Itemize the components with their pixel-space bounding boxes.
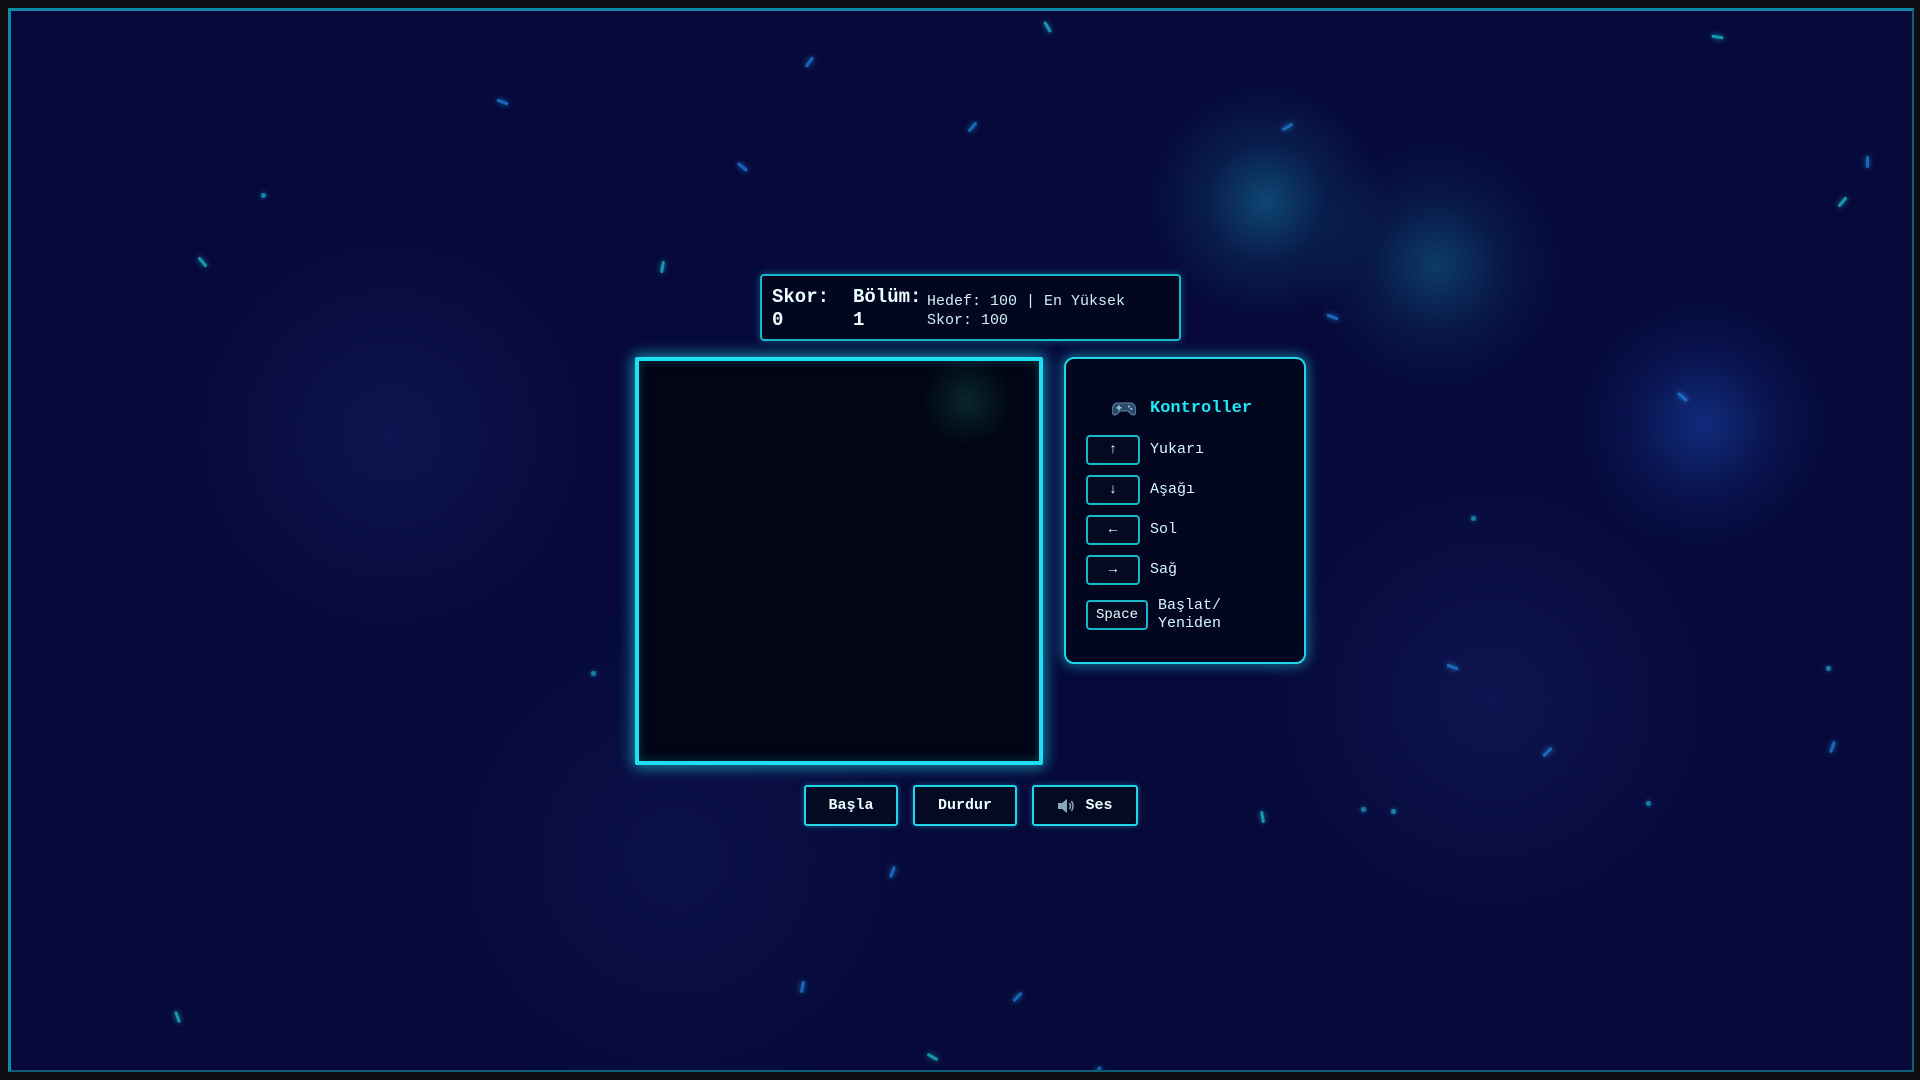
pause-button[interactable]: Durdur xyxy=(913,785,1017,826)
background-particle xyxy=(1093,1066,1102,1070)
background-particle xyxy=(1326,313,1339,321)
control-row-down: ↓ Aşağı xyxy=(1086,475,1195,505)
game-window: Skor: 0 Bölüm: 1 Hedef: 100 | En Yüksek … xyxy=(8,8,1914,1072)
key-down-label: Aşağı xyxy=(1150,481,1196,498)
target-high-score-text: Hedef: 100 | En Yüksek Skor: 100 xyxy=(927,293,1126,329)
control-row-up: ↑ Yukarı xyxy=(1086,435,1204,465)
speaker-icon xyxy=(1058,798,1075,813)
controls-title-text: Kontroller xyxy=(1150,399,1253,418)
key-down: ↓ xyxy=(1086,475,1140,505)
background-dot xyxy=(1646,801,1651,806)
background-particle xyxy=(1711,34,1724,40)
key-space: Space xyxy=(1086,600,1149,630)
level-value: 1 xyxy=(853,309,865,331)
background-dot xyxy=(261,193,266,198)
background-particle xyxy=(1012,991,1023,1003)
score-stat: Skor: 0 xyxy=(772,286,829,332)
background-particle xyxy=(1866,156,1869,168)
background-dot xyxy=(591,671,596,676)
background-dot xyxy=(1391,809,1396,814)
control-row-left: ← Sol xyxy=(1086,515,1177,545)
background-dot xyxy=(1471,516,1476,521)
background-dot xyxy=(1361,807,1366,812)
key-up-label: Yukarı xyxy=(1150,441,1205,458)
background-particle xyxy=(197,256,208,268)
key-left: ← xyxy=(1086,515,1140,545)
background-particle xyxy=(926,1052,939,1062)
key-space-label: Başlat/ Yeniden xyxy=(1158,597,1222,632)
sound-button-label: Ses xyxy=(1085,797,1113,814)
background-particle xyxy=(1281,122,1294,132)
controls-title: Kontroller xyxy=(1112,399,1252,418)
background-particle xyxy=(889,865,896,879)
level-stat: Bölüm: 1 xyxy=(853,286,921,332)
control-row-right: → Sağ xyxy=(1086,555,1177,585)
score-panel: Skor: 0 Bölüm: 1 Hedef: 100 | En Yüksek … xyxy=(760,274,1181,341)
key-up: ↑ xyxy=(1086,435,1140,465)
score-label: Skor: xyxy=(772,286,830,308)
background-particle xyxy=(1837,196,1848,208)
background-particle xyxy=(1676,391,1689,403)
sound-button[interactable]: Ses xyxy=(1032,785,1138,826)
background-particle xyxy=(1259,810,1266,824)
background-particle xyxy=(1446,663,1459,671)
background-particle xyxy=(1043,21,1052,33)
key-left-label: Sol xyxy=(1150,521,1178,538)
key-right: → xyxy=(1086,555,1140,585)
background-particle xyxy=(659,260,666,274)
background-particle xyxy=(1829,740,1836,754)
background-particle xyxy=(496,98,509,106)
gamepad-icon xyxy=(1112,402,1136,415)
background-particle xyxy=(1542,746,1553,758)
level-label: Bölüm: xyxy=(853,286,922,308)
background-particle xyxy=(967,121,978,133)
game-board[interactable] xyxy=(635,357,1043,765)
background-particle xyxy=(804,56,815,68)
key-right-label: Sağ xyxy=(1150,561,1178,578)
control-row-space: Space Başlat/ Yeniden xyxy=(1086,597,1248,633)
controls-panel: Kontroller ↑ Yukarı ↓ Aşağı ← Sol → Sağ … xyxy=(1064,357,1306,664)
start-button[interactable]: Başla xyxy=(804,785,898,826)
background-dot xyxy=(1826,666,1831,671)
background-particle xyxy=(736,161,749,173)
background-particle xyxy=(174,1010,181,1024)
background-particle xyxy=(799,980,806,994)
score-value: 0 xyxy=(772,309,784,331)
